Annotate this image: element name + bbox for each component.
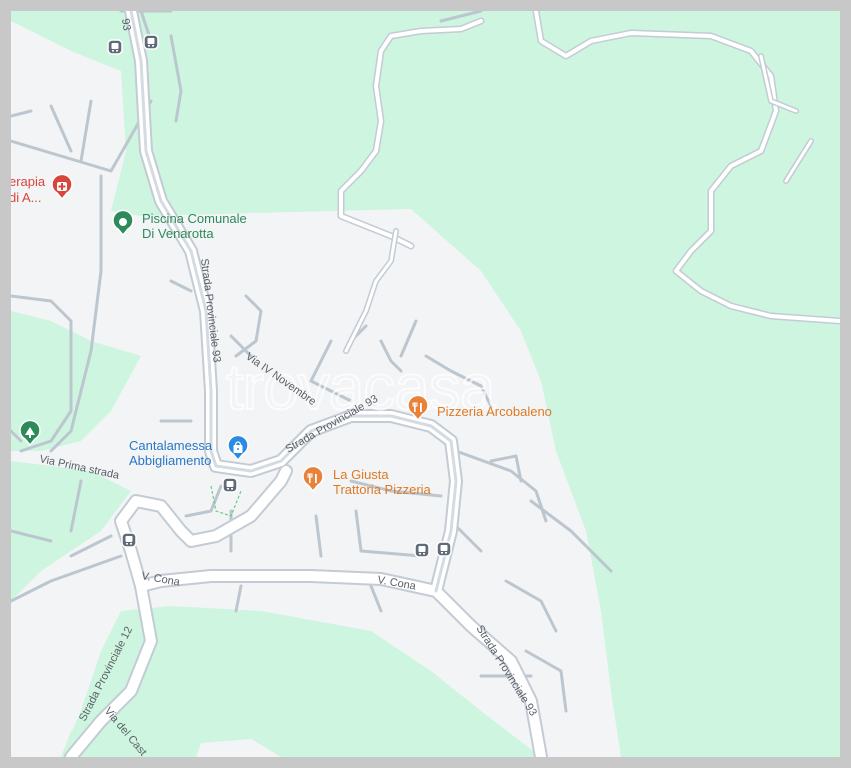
terapia-label-line1: erapia (11, 174, 46, 189)
cantalamessa-label-line2: Abbigliamento (129, 453, 211, 468)
map-frame: trovacasa 93 Strada Provinciale 93 Strad… (0, 0, 851, 768)
piscina-label-line2: Di Venarotta (142, 226, 214, 241)
map-canvas[interactable]: trovacasa 93 Strada Provinciale 93 Strad… (11, 11, 840, 757)
cantalamessa-label-line1: Cantalamessa (129, 438, 213, 453)
bus-stop-icon[interactable] (121, 532, 137, 548)
bus-stop-icon[interactable] (436, 541, 452, 557)
road-label-sp93-top: 93 (119, 18, 133, 32)
map-viewport[interactable]: trovacasa 93 Strada Provinciale 93 Strad… (11, 11, 840, 757)
la-giusta-label-line1: La Giusta (333, 467, 389, 482)
bus-stop-icon[interactable] (222, 477, 238, 493)
pizzeria-arcobaleno-label: Pizzeria Arcobaleno (437, 404, 552, 419)
bus-stop-icon[interactable] (143, 34, 159, 50)
la-giusta-label-line2: Trattoria Pizzeria (333, 482, 432, 497)
bus-stop-icon[interactable] (414, 542, 430, 558)
piscina-label-line1: Piscina Comunale (142, 211, 247, 226)
bus-stop-icon[interactable] (107, 39, 123, 55)
terapia-label-line2: di A... (11, 190, 42, 205)
